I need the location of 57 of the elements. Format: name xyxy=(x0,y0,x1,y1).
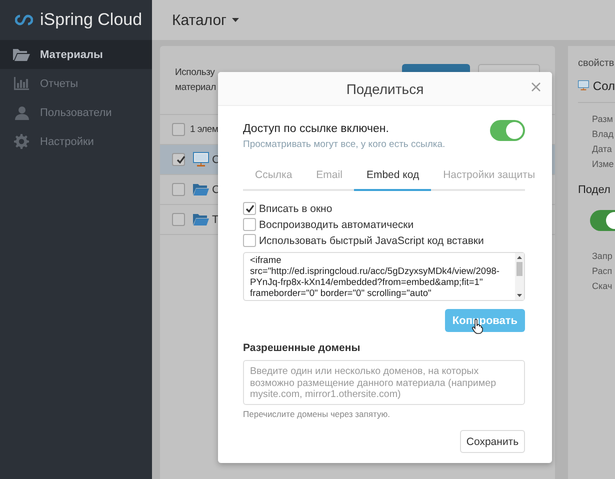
section-heading: Подел xyxy=(578,184,612,196)
close-icon xyxy=(531,82,541,92)
catalog-dropdown[interactable]: Каталог xyxy=(172,12,239,28)
property-label: Дата xyxy=(591,143,613,156)
copy-button[interactable]: Копировать xyxy=(445,309,525,332)
property-label: Изме xyxy=(591,158,615,171)
sidebar-item[interactable]: Отчеты xyxy=(0,69,152,98)
sidebar-item[interactable]: Настройки xyxy=(0,127,152,156)
item-name: Т xyxy=(212,214,219,226)
file-name: Сол xyxy=(592,78,615,92)
folder-icon xyxy=(193,213,209,226)
presentation-icon xyxy=(193,152,209,167)
logo-icon xyxy=(15,14,33,26)
item-count: 1 элем xyxy=(190,124,218,135)
logo-text: iSpring Cloud xyxy=(40,10,142,30)
presentation-icon xyxy=(578,78,589,93)
property-label: Расп xyxy=(591,265,614,278)
checkbox[interactable] xyxy=(243,202,256,215)
access-note: Просматривать могут все, у кого есть ссылка. xyxy=(243,139,446,150)
scrollbar[interactable] xyxy=(515,253,524,300)
property-label: Запр xyxy=(591,250,614,263)
folder-icon xyxy=(13,48,30,61)
property-label: Разм xyxy=(591,113,614,126)
intro-text: Использу xyxy=(175,67,216,78)
tab[interactable]: Ссылка xyxy=(243,160,304,191)
dialog-title: Поделиться xyxy=(346,80,424,96)
tab[interactable]: Настройки защиты xyxy=(431,160,547,191)
embed-code: <iframe src="http://ed.ispringcloud.ru/acc/5gDzyxsyMDk4/view/2098- PYnJq-frp8x-kXn14/embedded?from=embed&amp;fit=1" frameborder="0" border="0" scrolling="auto" xyxy=(249,254,501,300)
field-hint: Перечислите домены через запятую. xyxy=(243,409,391,419)
toggle-switch[interactable] xyxy=(490,120,525,141)
tab[interactable]: Email xyxy=(304,160,354,191)
checkbox[interactable] xyxy=(172,183,185,196)
intro-text: материал xyxy=(175,82,216,93)
folder-icon xyxy=(193,183,209,196)
checkbox-label: Воспроизводить автоматически xyxy=(259,218,414,230)
checkbox-label: Использовать быстрый JavaScript код вставки xyxy=(259,234,484,246)
property-label: Скач xyxy=(591,280,614,293)
property-label: Влад xyxy=(591,128,615,141)
tab[interactable]: Embed код xyxy=(354,160,432,191)
gear-icon xyxy=(14,134,29,149)
domains-field[interactable]: Введите один или несколько доменов, на которых возможно размещение данного материала (например mysite.com, mirror1.othersite.com) xyxy=(243,360,525,405)
section-heading: Разрешенные домены xyxy=(243,342,362,354)
sidebar-item[interactable]: Пользователи xyxy=(0,98,152,127)
caret-icon xyxy=(232,18,239,22)
access-title: Доступ по ссылке включен. xyxy=(243,123,390,135)
toggle-switch[interactable] xyxy=(590,210,615,231)
checkbox[interactable] xyxy=(172,153,185,166)
checkbox[interactable] xyxy=(243,218,256,231)
panel-title: свойств xyxy=(578,58,615,69)
checkbox[interactable] xyxy=(243,234,256,247)
save-button[interactable]: Сохранить xyxy=(460,430,525,453)
checkbox[interactable] xyxy=(172,123,185,136)
user-icon xyxy=(14,106,28,120)
checkbox[interactable] xyxy=(172,213,185,226)
checkbox-label: Вписать в окно xyxy=(259,202,332,214)
sidebar-item[interactable]: Материалы xyxy=(0,40,152,69)
bar-chart-icon xyxy=(14,77,29,90)
